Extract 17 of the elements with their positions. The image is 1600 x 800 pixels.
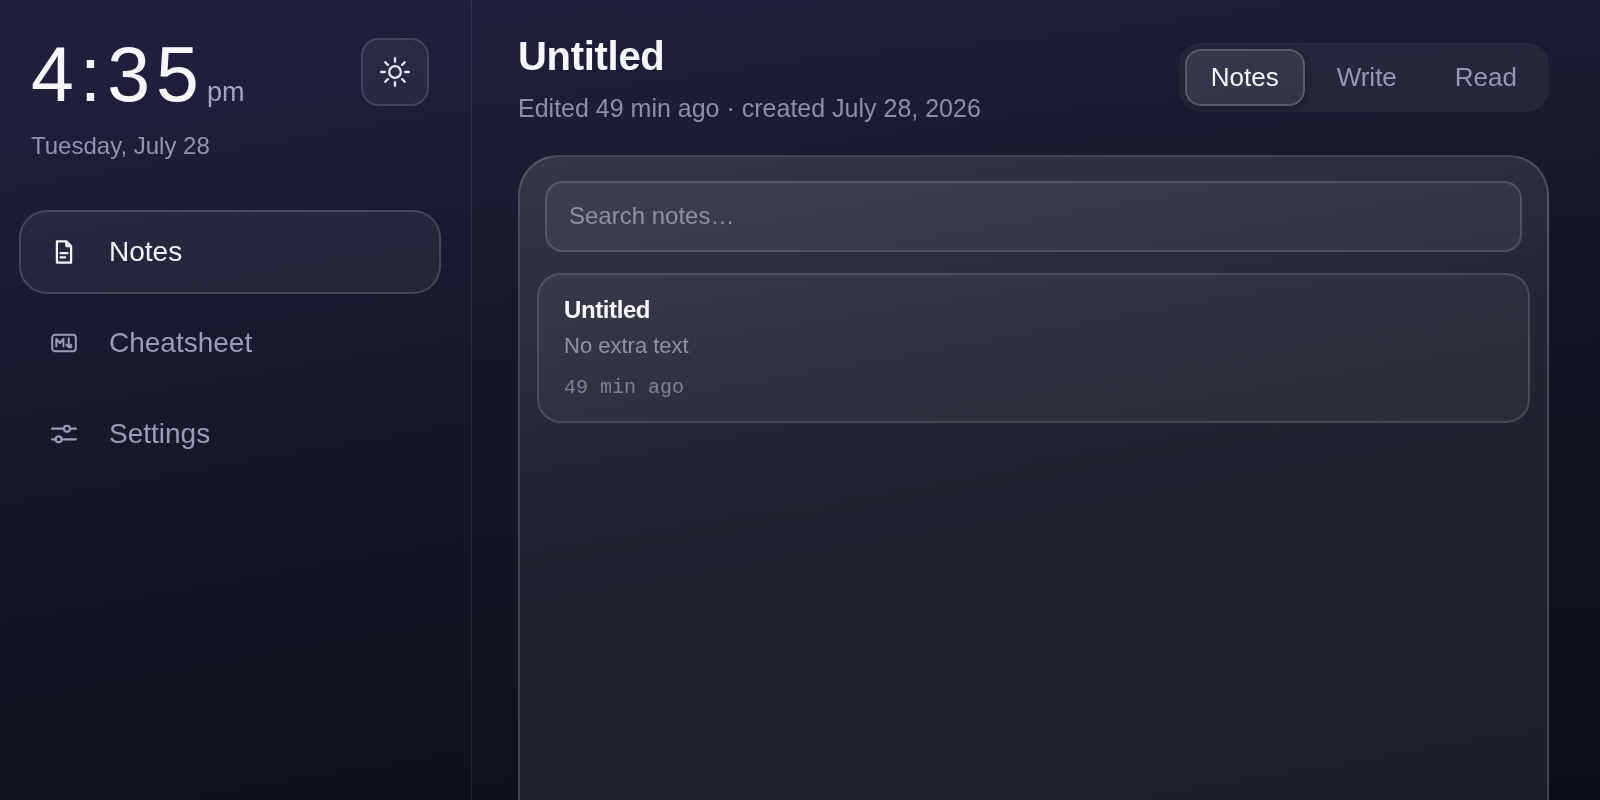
view-tab[interactable]: Notes <box>1184 49 1305 106</box>
clock-meridiem: pm <box>206 79 245 106</box>
note-card[interactable]: Untitled No extra text 49 min ago <box>537 272 1530 423</box>
clock-time: 4:35 <box>31 36 205 113</box>
note-card-preview: No extra text <box>564 332 690 361</box>
note-card-title: Untitled <box>564 295 652 325</box>
note-card-time: 49 min ago <box>564 374 686 401</box>
sidebar-item[interactable]: Cheatsheet <box>19 301 441 386</box>
view-tab[interactable]: Read <box>1428 49 1543 106</box>
sidebar-item[interactable]: Notes <box>19 210 441 295</box>
theme-toggle-button[interactable] <box>361 38 429 106</box>
note-meta: Edited 49 min ago · created July 28, 2026 <box>518 93 981 124</box>
clock-date: Tuesday, July 28 <box>31 131 211 161</box>
note-title: Untitled <box>518 33 666 80</box>
view-tab[interactable]: Write <box>1310 49 1423 106</box>
sun-icon <box>379 56 411 88</box>
sidebar-item[interactable]: Settings <box>19 392 441 477</box>
